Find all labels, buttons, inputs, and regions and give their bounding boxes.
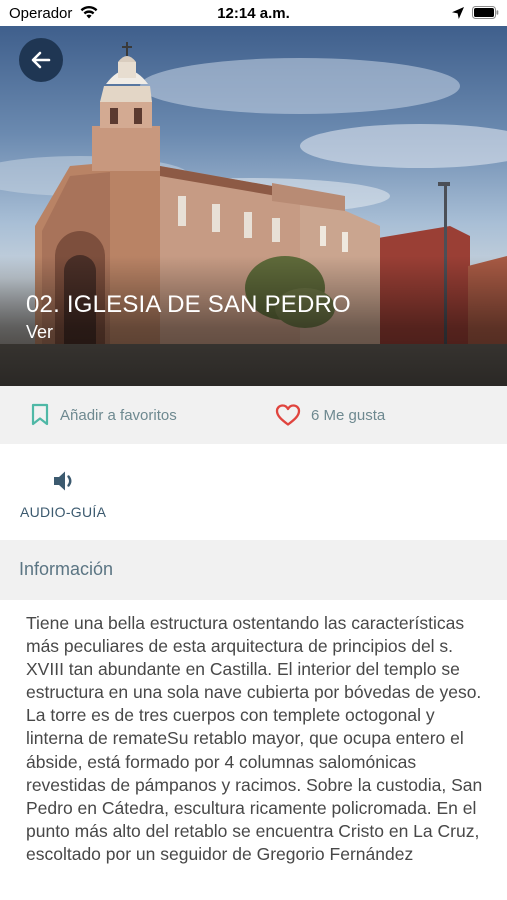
audio-guide-label: AUDIO-GUÍA <box>20 504 107 520</box>
view-link[interactable]: Ver <box>26 322 53 343</box>
likes-count: 6 Me gusta <box>311 406 386 424</box>
bookmark-icon <box>31 403 49 426</box>
place-title: 02. IGLESIA DE SAN PEDRO <box>26 291 351 318</box>
speaker-icon <box>54 471 72 491</box>
favorites-label: Añadir a favoritos <box>60 406 177 424</box>
audio-guide-button[interactable]: AUDIO-GUÍA <box>20 464 112 524</box>
description-text: Tiene una bella estructura ostentando la… <box>26 613 483 864</box>
location-arrow-icon <box>452 7 464 19</box>
info-section-header: Información <box>0 540 507 600</box>
like-button[interactable]: 6 Me gusta <box>275 386 385 444</box>
back-button[interactable] <box>19 38 63 82</box>
status-bar: Operador 12:14 a.m. <box>0 0 507 26</box>
audio-section: AUDIO-GUÍA <box>0 444 507 540</box>
clock: 12:14 a.m. <box>217 5 290 22</box>
battery-icon <box>472 6 499 19</box>
hero-image: 02. IGLESIA DE SAN PEDRO Ver <box>0 26 507 386</box>
heart-icon <box>275 404 301 426</box>
hero-overlay <box>0 256 507 386</box>
add-to-favorites-button[interactable]: Añadir a favoritos <box>30 386 177 444</box>
info-heading: Información <box>19 559 114 579</box>
action-bar: Añadir a favoritos 6 Me gusta <box>0 386 507 444</box>
arrow-left-icon <box>31 51 51 69</box>
info-body: Tiene una bella estructura ostentando la… <box>0 600 507 900</box>
